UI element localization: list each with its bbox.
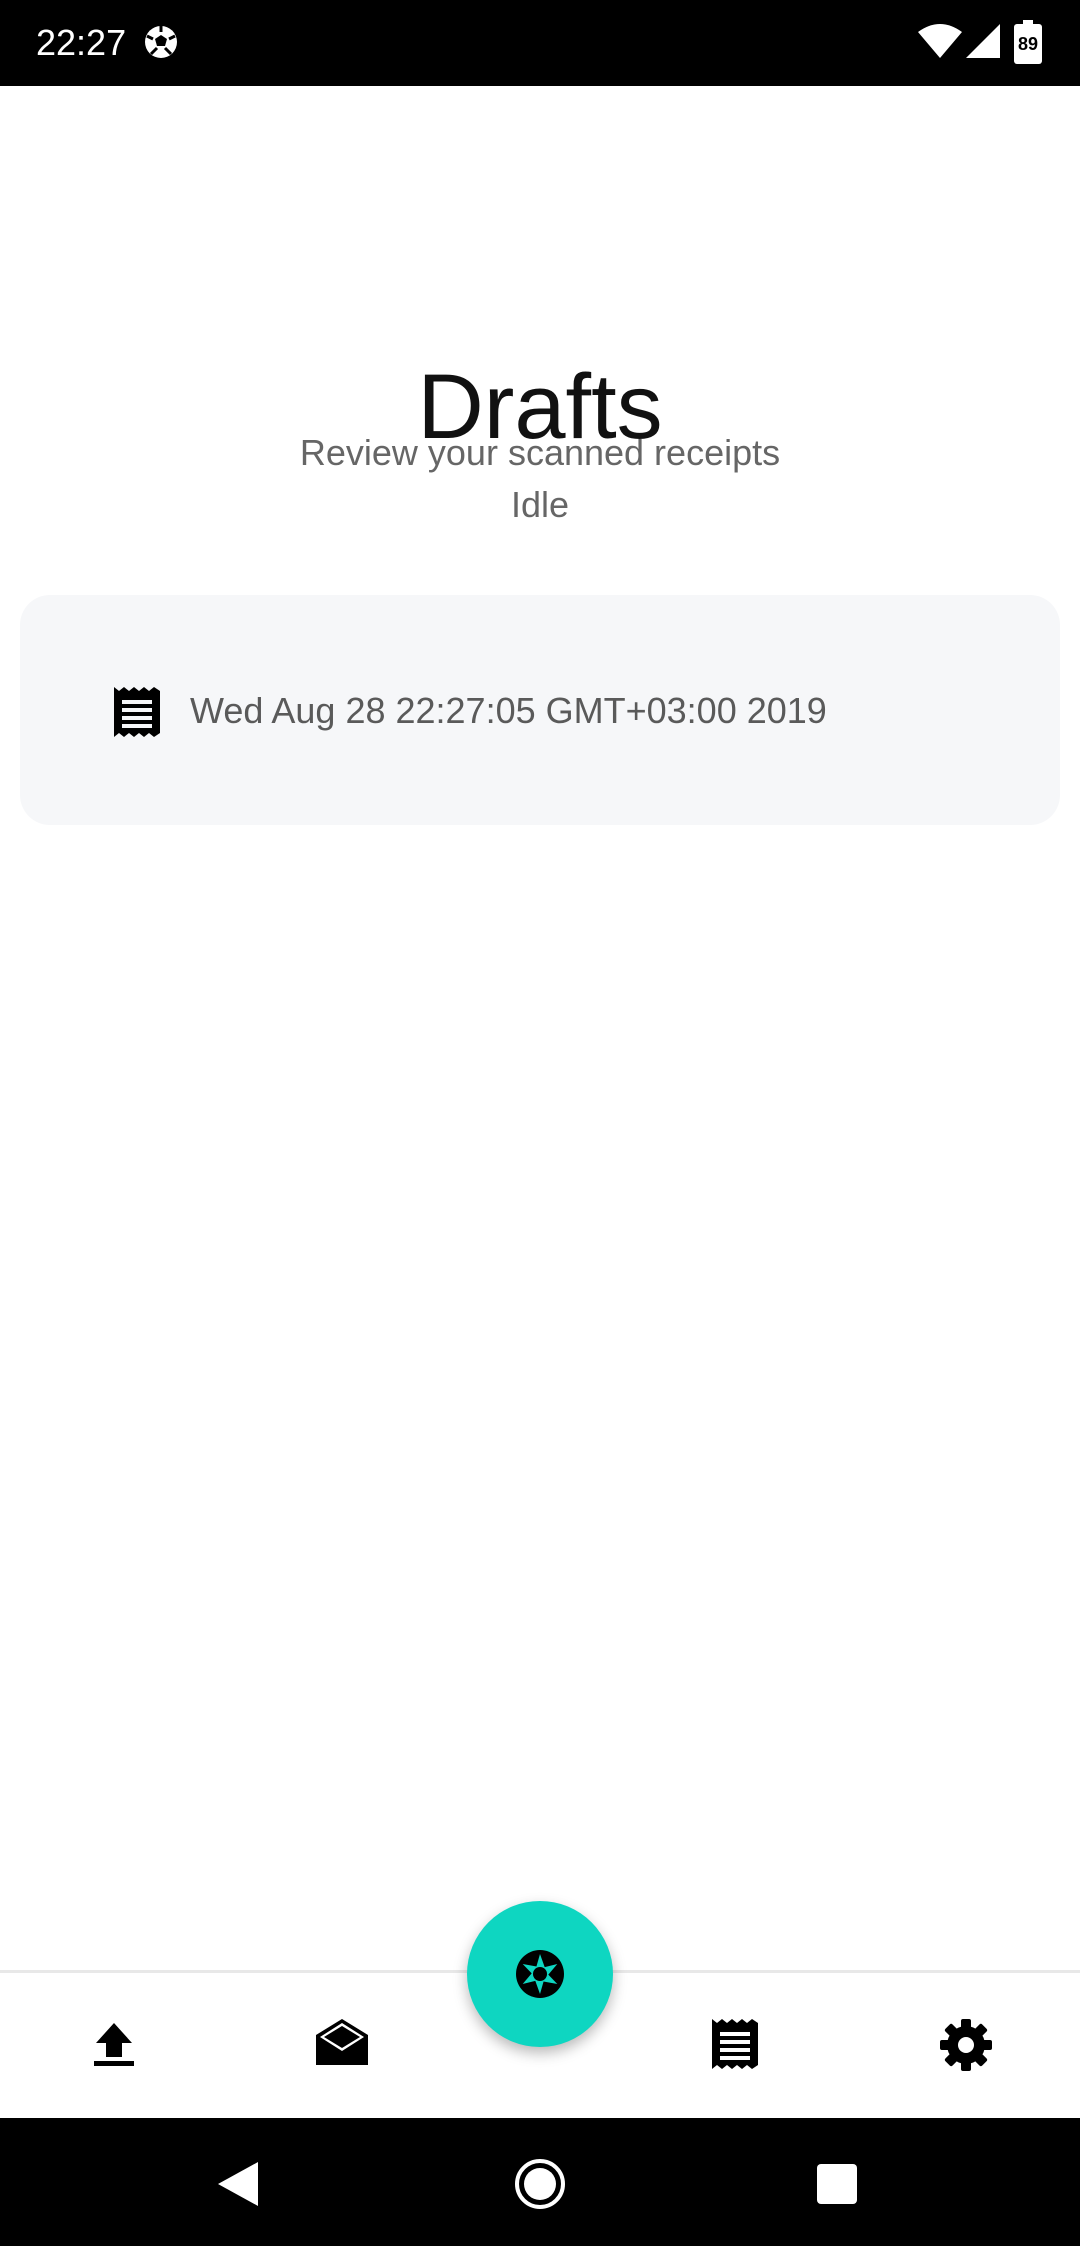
- system-navigation-bar: [0, 2118, 1080, 2246]
- page-subtitle: Review your scanned receipts: [299, 432, 781, 473]
- receipt-icon: [114, 687, 160, 737]
- status-bar: 22:27 89: [0, 0, 1080, 86]
- upload-icon[interactable]: [86, 2017, 142, 2073]
- receipt-icon[interactable]: [708, 2017, 764, 2073]
- settings-icon[interactable]: [938, 2017, 994, 2073]
- wifi-icon: [918, 24, 962, 58]
- soccer-ball-icon: [145, 26, 177, 58]
- sync-status: Idle: [510, 484, 570, 525]
- battery-level: 89: [1017, 34, 1039, 54]
- status-time: 22:27: [36, 22, 127, 63]
- recents-icon[interactable]: [817, 2164, 857, 2204]
- draft-date: Wed Aug 28 22:27:05 GMT+03:00 2019: [190, 690, 827, 731]
- back-icon[interactable]: [218, 2162, 258, 2206]
- draft-list-item[interactable]: Wed Aug 28 22:27:05 GMT+03:00 2019: [20, 595, 1060, 825]
- camera-shutter-button[interactable]: [467, 1901, 613, 2047]
- signal-icon: [966, 24, 1000, 58]
- inbox-icon[interactable]: [314, 2015, 370, 2071]
- home-icon[interactable]: [514, 2158, 566, 2210]
- camera-shutter-icon: [516, 1950, 564, 1998]
